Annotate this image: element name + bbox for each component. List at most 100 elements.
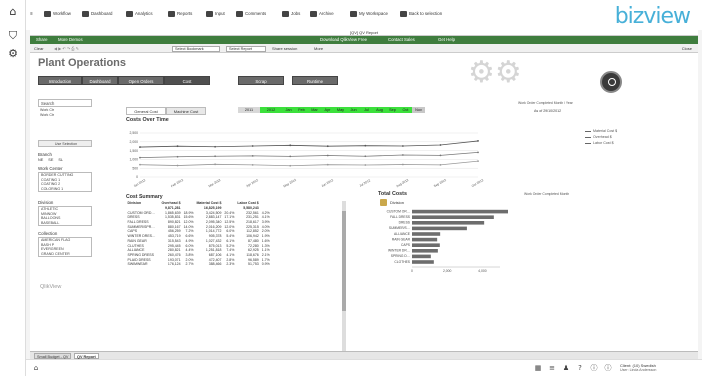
data-point[interactable] [326, 163, 329, 166]
nav-arrows-icon[interactable]: ◀ ▶ ↶ ↷ ⎙ ✎ [54, 44, 79, 53]
nav-back[interactable]: Back to selection [400, 11, 442, 17]
info-icon[interactable]: ⓘ [604, 364, 612, 372]
use-selection-button[interactable]: Use Selection [38, 140, 92, 147]
gear-icon[interactable]: ⚙ [6, 48, 20, 60]
tab-dashboard[interactable]: Dashboard [82, 76, 118, 85]
month-filter-2012[interactable]: 2012 [260, 107, 282, 113]
data-point[interactable] [176, 164, 179, 167]
data-point[interactable] [176, 155, 179, 158]
data-point[interactable] [214, 145, 217, 148]
month-filter-jul[interactable]: Jul [360, 107, 373, 113]
data-point[interactable] [364, 164, 367, 166]
data-point[interactable] [364, 144, 367, 147]
share-session-button[interactable]: Share session [272, 44, 297, 53]
nav-workflow[interactable]: Workflow [44, 11, 71, 17]
data-point[interactable] [326, 154, 329, 157]
data-point[interactable] [364, 155, 367, 158]
list-item[interactable]: GRAND CENTER [39, 252, 91, 257]
data-point[interactable] [251, 154, 254, 157]
data-point[interactable] [326, 145, 329, 148]
menu-icon[interactable]: ≡ [30, 11, 33, 16]
bar[interactable] [412, 249, 438, 253]
grid-icon[interactable]: ▦ [534, 364, 542, 372]
tab-runtime[interactable]: Runtime [292, 76, 338, 85]
tab-general-cost[interactable]: General Cost [126, 107, 166, 115]
data-point[interactable] [139, 156, 141, 159]
month-filter-oct[interactable]: Oct [399, 107, 412, 113]
month-filter-may[interactable]: May [334, 107, 347, 113]
bar[interactable] [412, 260, 434, 264]
month-filter-jun[interactable]: Jun [347, 107, 360, 113]
nav-input[interactable]: Input [206, 11, 225, 17]
month-filter-jan[interactable]: Jan [282, 107, 295, 113]
data-point[interactable] [401, 145, 404, 147]
get-help-link[interactable]: Get Help [438, 36, 455, 44]
tab-scrap[interactable]: Scrap [238, 76, 284, 85]
nav-jobs[interactable]: Jobs [282, 11, 300, 17]
data-point[interactable] [289, 155, 292, 158]
user-icon[interactable]: ♟ [562, 364, 570, 372]
month-filter-2011[interactable]: 2011 [238, 107, 260, 113]
list-item[interactable]: BASEBALL [39, 221, 91, 226]
month-filter-sep[interactable]: Sep [386, 107, 399, 113]
data-point[interactable] [176, 145, 179, 148]
data-point[interactable] [477, 140, 479, 142]
bar[interactable] [412, 221, 485, 225]
data-point[interactable] [477, 151, 479, 154]
branch-option[interactable]: SE [48, 158, 53, 162]
month-filter-mar[interactable]: Mar [308, 107, 321, 113]
tab-cost[interactable]: Cost [164, 76, 210, 85]
nav-dashboard[interactable]: Dashboard [82, 11, 112, 17]
data-point[interactable] [251, 163, 254, 166]
tab-open-orders[interactable]: Open Orders [118, 76, 164, 85]
bar[interactable] [412, 243, 440, 247]
home-icon[interactable]: ⌂ [6, 6, 20, 18]
home-icon[interactable]: ⌂ [32, 364, 40, 372]
bar[interactable] [412, 215, 494, 219]
clear-button[interactable]: Clear [34, 44, 44, 53]
bar[interactable] [412, 209, 508, 214]
search-input[interactable]: Search [38, 99, 92, 107]
list-item[interactable]: COLORING 1 [39, 187, 91, 192]
search-magnifier-icon[interactable] [600, 71, 622, 93]
tab-introduction[interactable]: Introduction [38, 76, 82, 85]
table-row[interactable]: SWIMWEAR 176,124 2.7% 388,466 2.3% 51,753 0.9% [126, 262, 271, 267]
download-link[interactable]: Download QlikView Free [320, 36, 367, 44]
data-point[interactable] [401, 163, 404, 166]
data-point[interactable] [139, 163, 141, 166]
data-point[interactable] [401, 154, 404, 156]
branch-option[interactable]: NE [38, 158, 43, 162]
nav-archive[interactable]: Archive [310, 11, 334, 17]
funnel-icon[interactable]: ⛉ [6, 30, 20, 42]
nav-my-workspace[interactable]: My Workspace [350, 11, 388, 17]
data-point[interactable] [289, 144, 292, 147]
bar[interactable] [412, 232, 441, 236]
bar[interactable] [412, 237, 438, 242]
nav-reports[interactable]: Reports [168, 11, 192, 17]
data-point[interactable] [477, 160, 479, 163]
tab-machine-cost[interactable]: Machine Cost [166, 107, 206, 115]
nav-comments[interactable]: Comments [236, 11, 266, 17]
report-select[interactable]: Select Report [226, 45, 266, 52]
month-filter-aug[interactable]: Aug [373, 107, 386, 113]
data-point[interactable] [439, 154, 442, 157]
contact-sales-link[interactable]: Contact Sales [388, 36, 415, 44]
bar[interactable] [412, 226, 467, 231]
data-point[interactable] [439, 144, 442, 146]
more-button[interactable]: More [314, 44, 323, 53]
month-filter-nov[interactable]: Nov [412, 107, 425, 113]
month-filter-apr[interactable]: Apr [321, 107, 334, 113]
table-scrollbar[interactable] [342, 201, 346, 351]
info-icon[interactable]: ⓘ [590, 364, 598, 372]
branch-option[interactable]: SL [58, 158, 63, 162]
share-button[interactable]: Share [36, 36, 47, 44]
search-result[interactable]: Work Ctr [38, 113, 92, 118]
bar[interactable] [412, 254, 431, 259]
data-point[interactable] [214, 155, 217, 158]
close-button[interactable]: Close [682, 44, 692, 53]
data-point[interactable] [251, 145, 254, 147]
more-demos-button[interactable]: More Demos [58, 36, 83, 44]
bookmark-select[interactable]: Select Bookmark [172, 45, 220, 52]
nav-analytics[interactable]: Analytics [126, 11, 153, 17]
data-point[interactable] [289, 164, 292, 167]
